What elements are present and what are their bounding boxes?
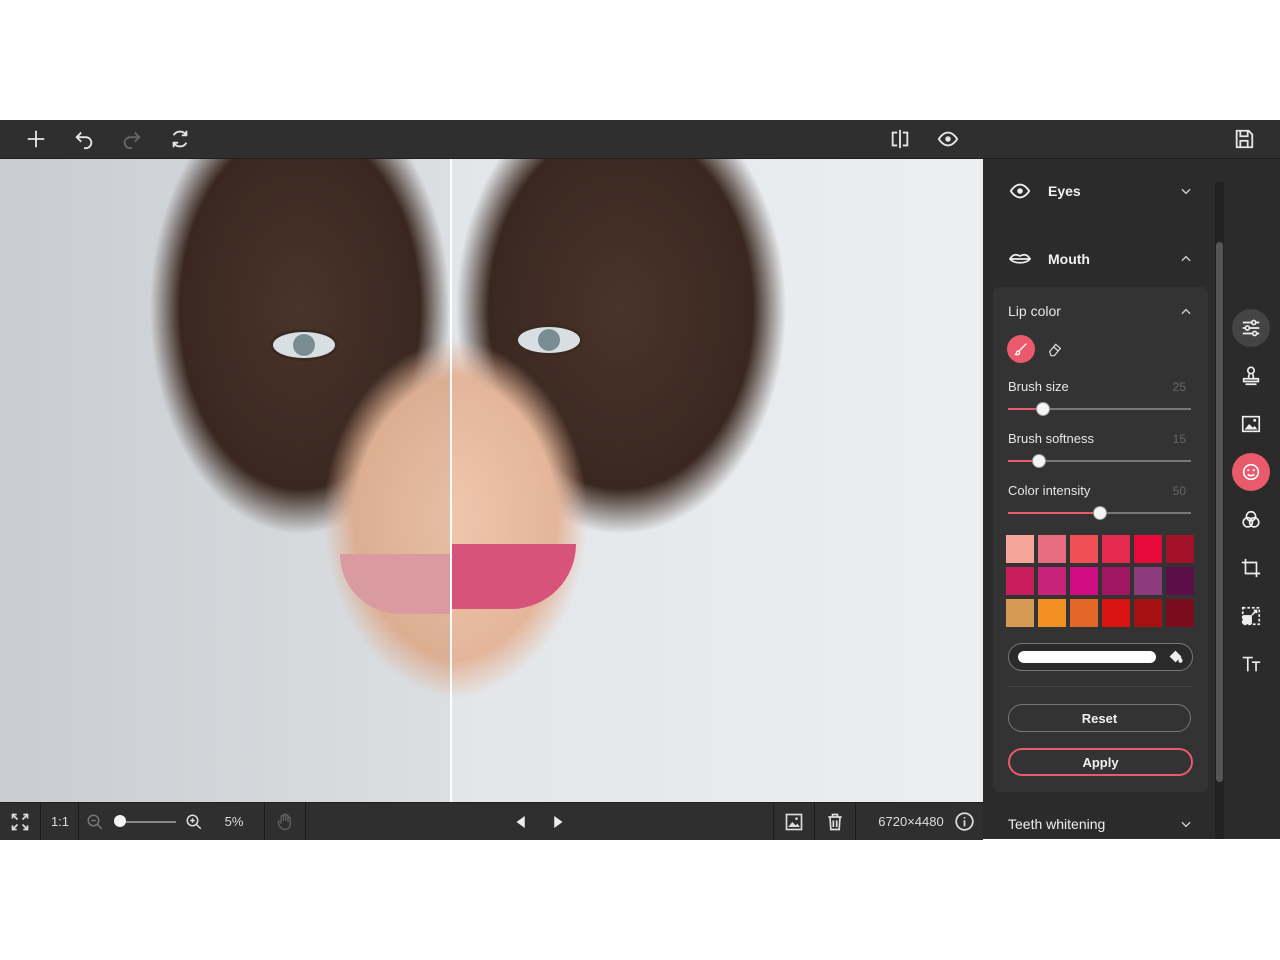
image-icon[interactable] — [1232, 405, 1270, 443]
chevron-down-icon — [1181, 188, 1191, 195]
reset-button[interactable]: Reset — [1008, 704, 1191, 732]
brush-icon — [1014, 343, 1027, 356]
zoom-in-icon[interactable] — [183, 803, 205, 840]
color-swatch[interactable] — [1102, 567, 1130, 595]
tool-rail — [1224, 159, 1280, 839]
color-circles-icon[interactable] — [1232, 501, 1270, 539]
custom-color-picker[interactable] — [1008, 643, 1193, 671]
lip-color-card: Lip color Brush size 25 Brush softness 1… — [993, 287, 1208, 792]
color-intensity-slider[interactable] — [1008, 506, 1191, 520]
previous-image-icon[interactable] — [510, 803, 532, 840]
chevron-down-icon — [1181, 821, 1191, 828]
color-swatch[interactable] — [1134, 567, 1162, 595]
compare-divider[interactable] — [450, 159, 452, 802]
color-swatch[interactable] — [1166, 567, 1194, 595]
compare-split-icon[interactable] — [885, 124, 915, 154]
eye-icon — [1009, 183, 1031, 199]
section-eyes[interactable]: Eyes — [984, 171, 1209, 211]
zoom-level: 5% — [224, 814, 244, 829]
brush-size-value: 25 — [1172, 380, 1186, 394]
lip-color-label: Lip color — [1008, 303, 1061, 319]
eye-right — [515, 324, 583, 356]
color-swatch[interactable] — [1006, 599, 1034, 627]
color-swatch[interactable] — [1134, 535, 1162, 563]
brush-tool-button[interactable] — [1007, 335, 1035, 363]
brush-softness-slider[interactable] — [1008, 454, 1191, 468]
brush-softness-label: Brush softness — [1008, 431, 1094, 446]
chevron-up-icon — [1181, 255, 1191, 262]
color-swatch[interactable] — [1070, 599, 1098, 627]
refresh-icon[interactable] — [165, 124, 195, 154]
redo-icon[interactable] — [117, 124, 147, 154]
brush-size-slider[interactable] — [1008, 402, 1191, 416]
color-swatch[interactable] — [1102, 535, 1130, 563]
section-mouth[interactable]: Mouth — [984, 239, 1209, 279]
eraser-tool-button[interactable] — [1045, 339, 1065, 359]
eye-left — [270, 329, 338, 361]
trash-icon[interactable] — [822, 803, 848, 840]
crop-icon[interactable] — [1232, 549, 1270, 587]
color-swatch[interactable] — [1006, 567, 1034, 595]
plus-icon[interactable] — [21, 124, 51, 154]
resize-icon[interactable] — [1232, 597, 1270, 635]
hand-tool-icon[interactable] — [272, 803, 298, 840]
before-photo — [0, 159, 451, 802]
undo-icon[interactable] — [69, 124, 99, 154]
color-swatch[interactable] — [1038, 599, 1066, 627]
save-icon[interactable] — [1229, 124, 1259, 154]
chevron-up-icon[interactable] — [1179, 305, 1193, 319]
text-icon[interactable] — [1232, 645, 1270, 683]
section-mouth-label: Mouth — [1048, 251, 1090, 267]
after-photo — [451, 159, 983, 802]
image-browser-icon[interactable] — [781, 803, 807, 840]
color-intensity-value: 50 — [1172, 484, 1186, 498]
zoom-slider[interactable] — [114, 815, 176, 827]
photo-canvas[interactable] — [0, 159, 983, 802]
retouch-panel: Eyes Mouth Lip color Brush size 25 Brush… — [984, 159, 1224, 839]
lips-icon — [1008, 253, 1032, 264]
fullscreen-icon[interactable] — [6, 803, 34, 840]
color-swatch[interactable] — [1134, 599, 1162, 627]
eraser-icon — [1048, 343, 1062, 357]
color-swatch[interactable] — [1038, 535, 1066, 563]
color-swatch[interactable] — [1102, 599, 1130, 627]
info-icon[interactable] — [951, 803, 977, 840]
custom-color-bar[interactable] — [1018, 651, 1156, 663]
brush-softness-value: 15 — [1172, 432, 1186, 446]
panel-scrollbar[interactable] — [1215, 182, 1224, 839]
color-swatch[interactable] — [1006, 535, 1034, 563]
image-dimensions: 6720×4480 — [878, 814, 944, 829]
section-teeth-whitening[interactable]: Teeth whitening — [984, 804, 1209, 839]
color-swatch[interactable] — [1070, 567, 1098, 595]
zoom-1-1-button[interactable]: 1:1 — [44, 803, 76, 840]
status-bar: 1:1 5% 6720×4480 — [0, 802, 983, 840]
color-swatch[interactable] — [1038, 567, 1066, 595]
section-eyes-label: Eyes — [1048, 183, 1081, 199]
color-swatch[interactable] — [1166, 535, 1194, 563]
next-image-icon[interactable] — [547, 803, 569, 840]
section-teeth-label: Teeth whitening — [1008, 816, 1106, 832]
color-swatch[interactable] — [1166, 599, 1194, 627]
color-swatch[interactable] — [1070, 535, 1098, 563]
brush-size-label: Brush size — [1008, 379, 1069, 394]
stamp-icon[interactable] — [1232, 357, 1270, 395]
editor-window: 1:1 5% 6720×4480 Eyes Mouth Lip color Br… — [0, 120, 1280, 840]
color-intensity-label: Color intensity — [1008, 483, 1091, 498]
face-retouch-icon[interactable] — [1232, 453, 1270, 491]
top-toolbar — [0, 120, 1280, 159]
adjustments-icon[interactable] — [1232, 309, 1270, 347]
paint-bucket-icon[interactable] — [1167, 648, 1184, 665]
eye-preview-icon[interactable] — [933, 124, 963, 154]
apply-button[interactable]: Apply — [1008, 748, 1193, 776]
zoom-out-icon[interactable] — [84, 803, 106, 840]
